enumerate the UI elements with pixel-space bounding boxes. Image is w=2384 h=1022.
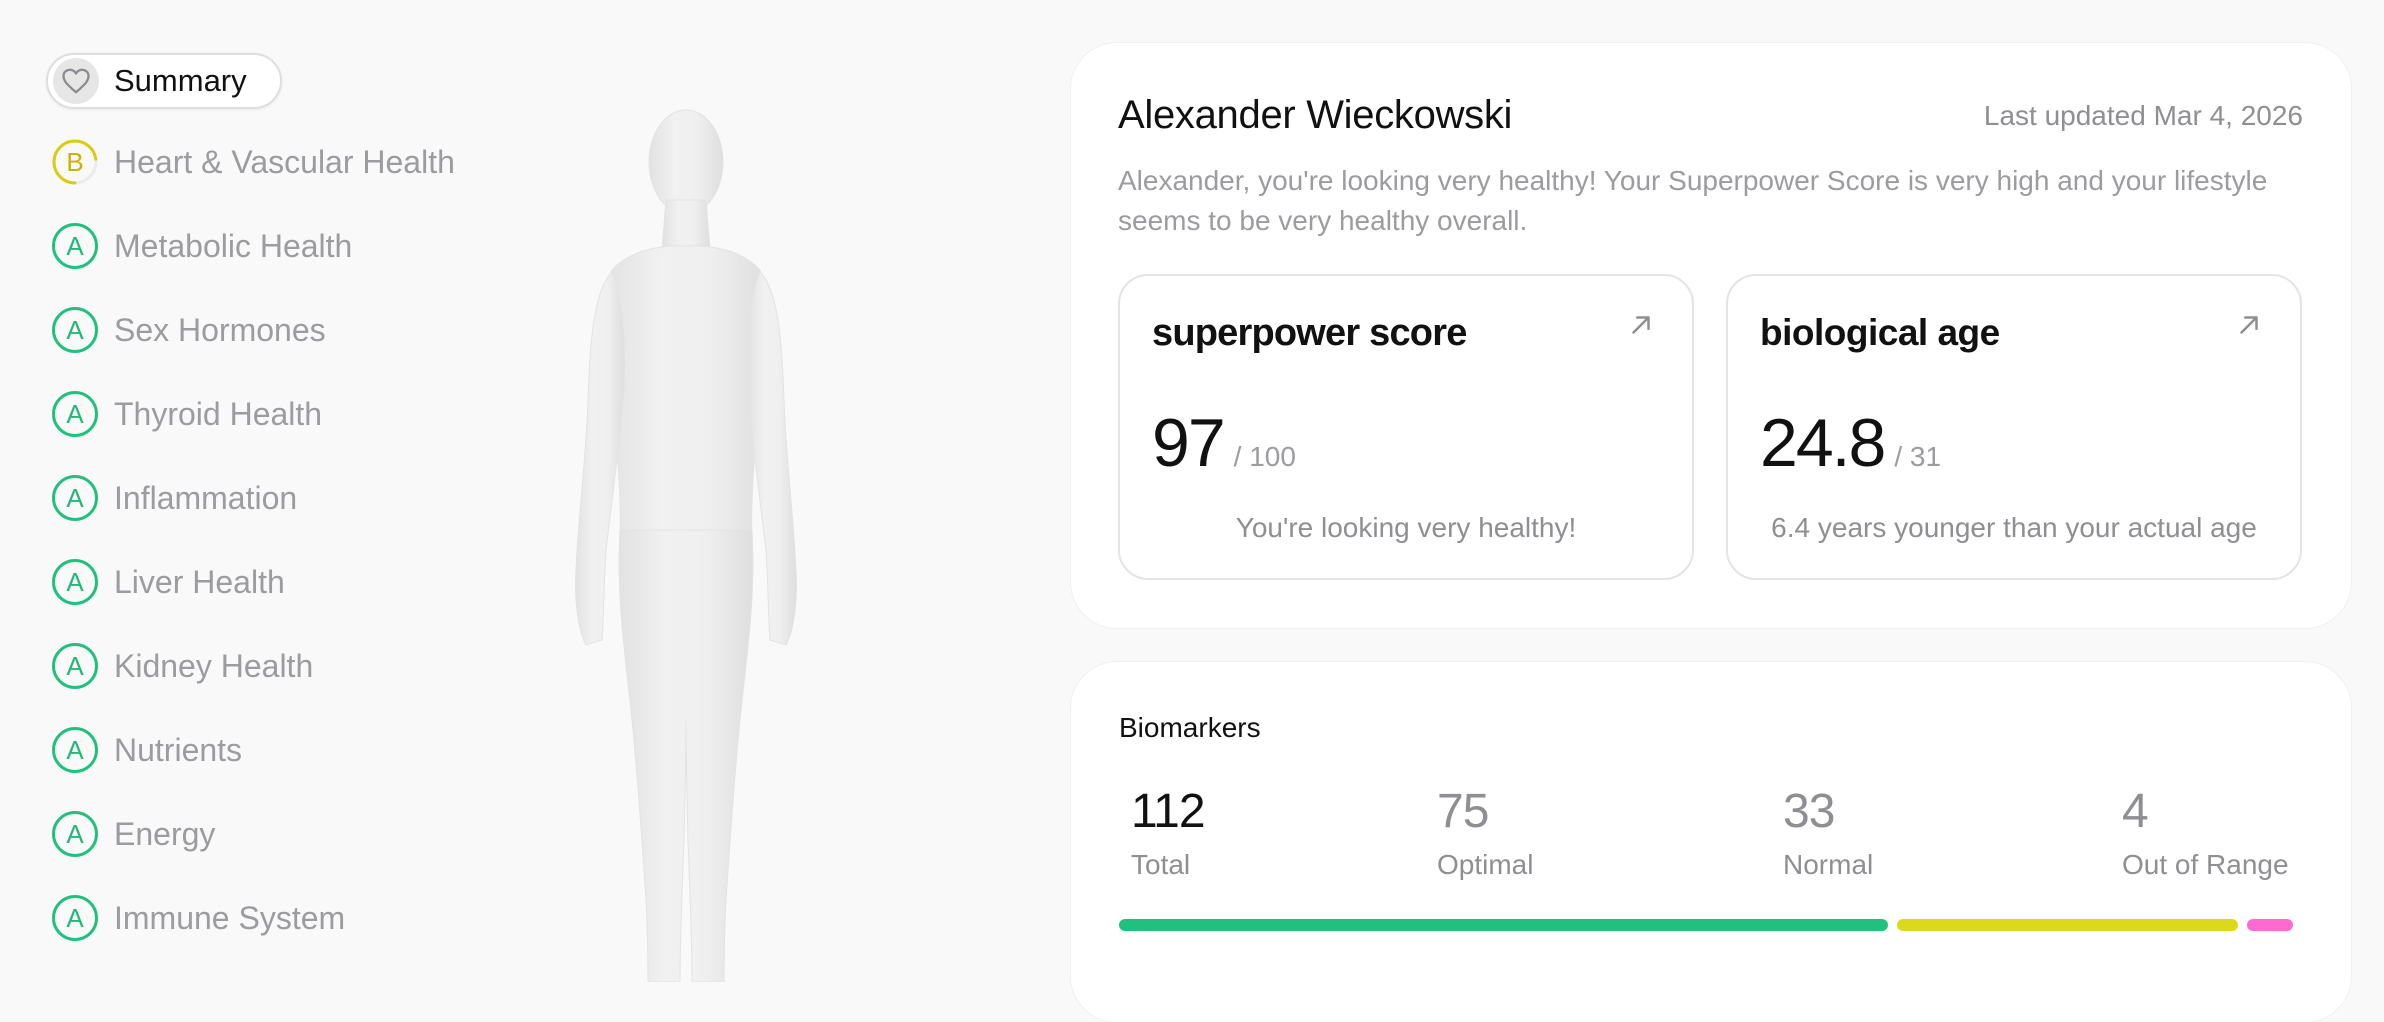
summary-label: Summary [114, 63, 247, 98]
sidebar-item-nutrients[interactable]: A Nutrients [52, 725, 512, 775]
sidebar-item-label: Energy [114, 815, 216, 852]
stat-label: Total [1131, 849, 1191, 880]
stat-value: 33 [1783, 785, 1835, 838]
sidebar-item-kidney-health[interactable]: A Kidney Health [52, 641, 512, 691]
sidebar-item-sex-hormones[interactable]: A Sex Hormones [52, 305, 512, 355]
score-max: / 100 [1233, 441, 1296, 472]
sidebar-item-label: Inflammation [114, 479, 298, 516]
stat-optimal: 75 Optimal [1437, 784, 1533, 881]
sidebar-item-liver-health[interactable]: A Liver Health [52, 557, 512, 607]
stat-value: 75 [1437, 785, 1489, 838]
biomarkers-title: Biomarkers [1119, 712, 1261, 743]
summary-tab[interactable]: Summary [46, 53, 282, 109]
sidebar-item-label: Kidney Health [114, 647, 314, 684]
sidebar-item-label: Metabolic Health [114, 227, 353, 264]
biological-age-value: 24.8 / 31 [1760, 404, 1941, 482]
sidebar-item-thyroid-health[interactable]: A Thyroid Health [52, 389, 512, 439]
sidebar-item-inflammation[interactable]: A Inflammation [52, 473, 512, 523]
health-description: Alexander, you're looking very healthy! … [1118, 165, 2268, 236]
body-figure[interactable] [520, 100, 850, 983]
sidebar-item-immune-system[interactable]: A Immune System [52, 893, 512, 943]
bar-segment-normal [1897, 919, 2238, 931]
stat-value: 112 [1131, 785, 1206, 838]
stat-value: 4 [2122, 785, 2149, 838]
grade-badge: A [52, 643, 98, 689]
age-max: / 31 [1894, 441, 1942, 472]
grade-badge: A [52, 307, 98, 353]
biological-age-card[interactable]: biological age 24.8 / 31 6.4 years young… [1726, 274, 2302, 580]
sidebar-item-label: Thyroid Health [114, 395, 323, 432]
profile-card: Alexander Wieckowski Last updated Mar 4,… [1071, 43, 2351, 628]
biomarkers-card: Biomarkers 112 Total 75 Optimal 33 Norma… [1071, 662, 2351, 1022]
sidebar-item-heart-vascular-health[interactable]: B Heart & Vascular Health [52, 137, 512, 187]
stat-label: Normal [1783, 849, 1874, 880]
sidebar-item-energy[interactable]: A Energy [52, 809, 512, 859]
user-name: Alexander Wieckowski [1118, 93, 1513, 137]
stat-label: Out of Range [2122, 849, 2289, 880]
superpower-score-value: 97 / 100 [1152, 404, 1296, 482]
stat-out-of-range: 4 Out of Range [2122, 784, 2289, 881]
grade-badge: A [52, 811, 98, 857]
score-subtitle: You're looking very healthy! [1235, 512, 1577, 543]
sidebar-item-metabolic-health[interactable]: A Metabolic Health [52, 221, 512, 271]
sidebar-item-label: Sex Hormones [114, 311, 326, 348]
arrow-up-right-icon [1632, 316, 1650, 334]
superpower-score-card[interactable]: superpower score 97 / 100 You're looking… [1118, 274, 1694, 580]
sidebar-item-label: Heart & Vascular Health [114, 143, 455, 180]
grade-badge: A [52, 559, 98, 605]
sidebar-item-label: Nutrients [114, 731, 243, 768]
grade-badge: A [52, 391, 98, 437]
bar-segment-optimal [1119, 919, 1889, 931]
stat-label: Optimal [1437, 849, 1534, 880]
superpower-score-title: superpower score [1152, 312, 1467, 354]
grade-badge: A [52, 223, 98, 269]
grade-badge: A [52, 895, 98, 941]
arrow-up-right-icon [2240, 316, 2258, 334]
biological-age-title: biological age [1760, 312, 2000, 353]
grade-badge: A [52, 475, 98, 521]
grade-badge: B [52, 139, 98, 185]
last-updated: Last updated Mar 4, 2026 [1983, 100, 2303, 131]
sidebar-item-label: Liver Health [114, 563, 285, 600]
stat-total: 112 Total [1131, 784, 1206, 881]
bar-segment-out-of-range [2247, 919, 2293, 931]
score-number: 97 [1152, 405, 1226, 481]
stat-normal: 33 Normal [1783, 784, 1873, 881]
age-number: 24.8 [1760, 405, 1886, 481]
grade-badge: A [52, 727, 98, 773]
heart-icon [53, 58, 99, 104]
sidebar-item-label: Immune System [114, 899, 346, 936]
age-subtitle: 6.4 years younger than your actual age [1771, 512, 2257, 543]
